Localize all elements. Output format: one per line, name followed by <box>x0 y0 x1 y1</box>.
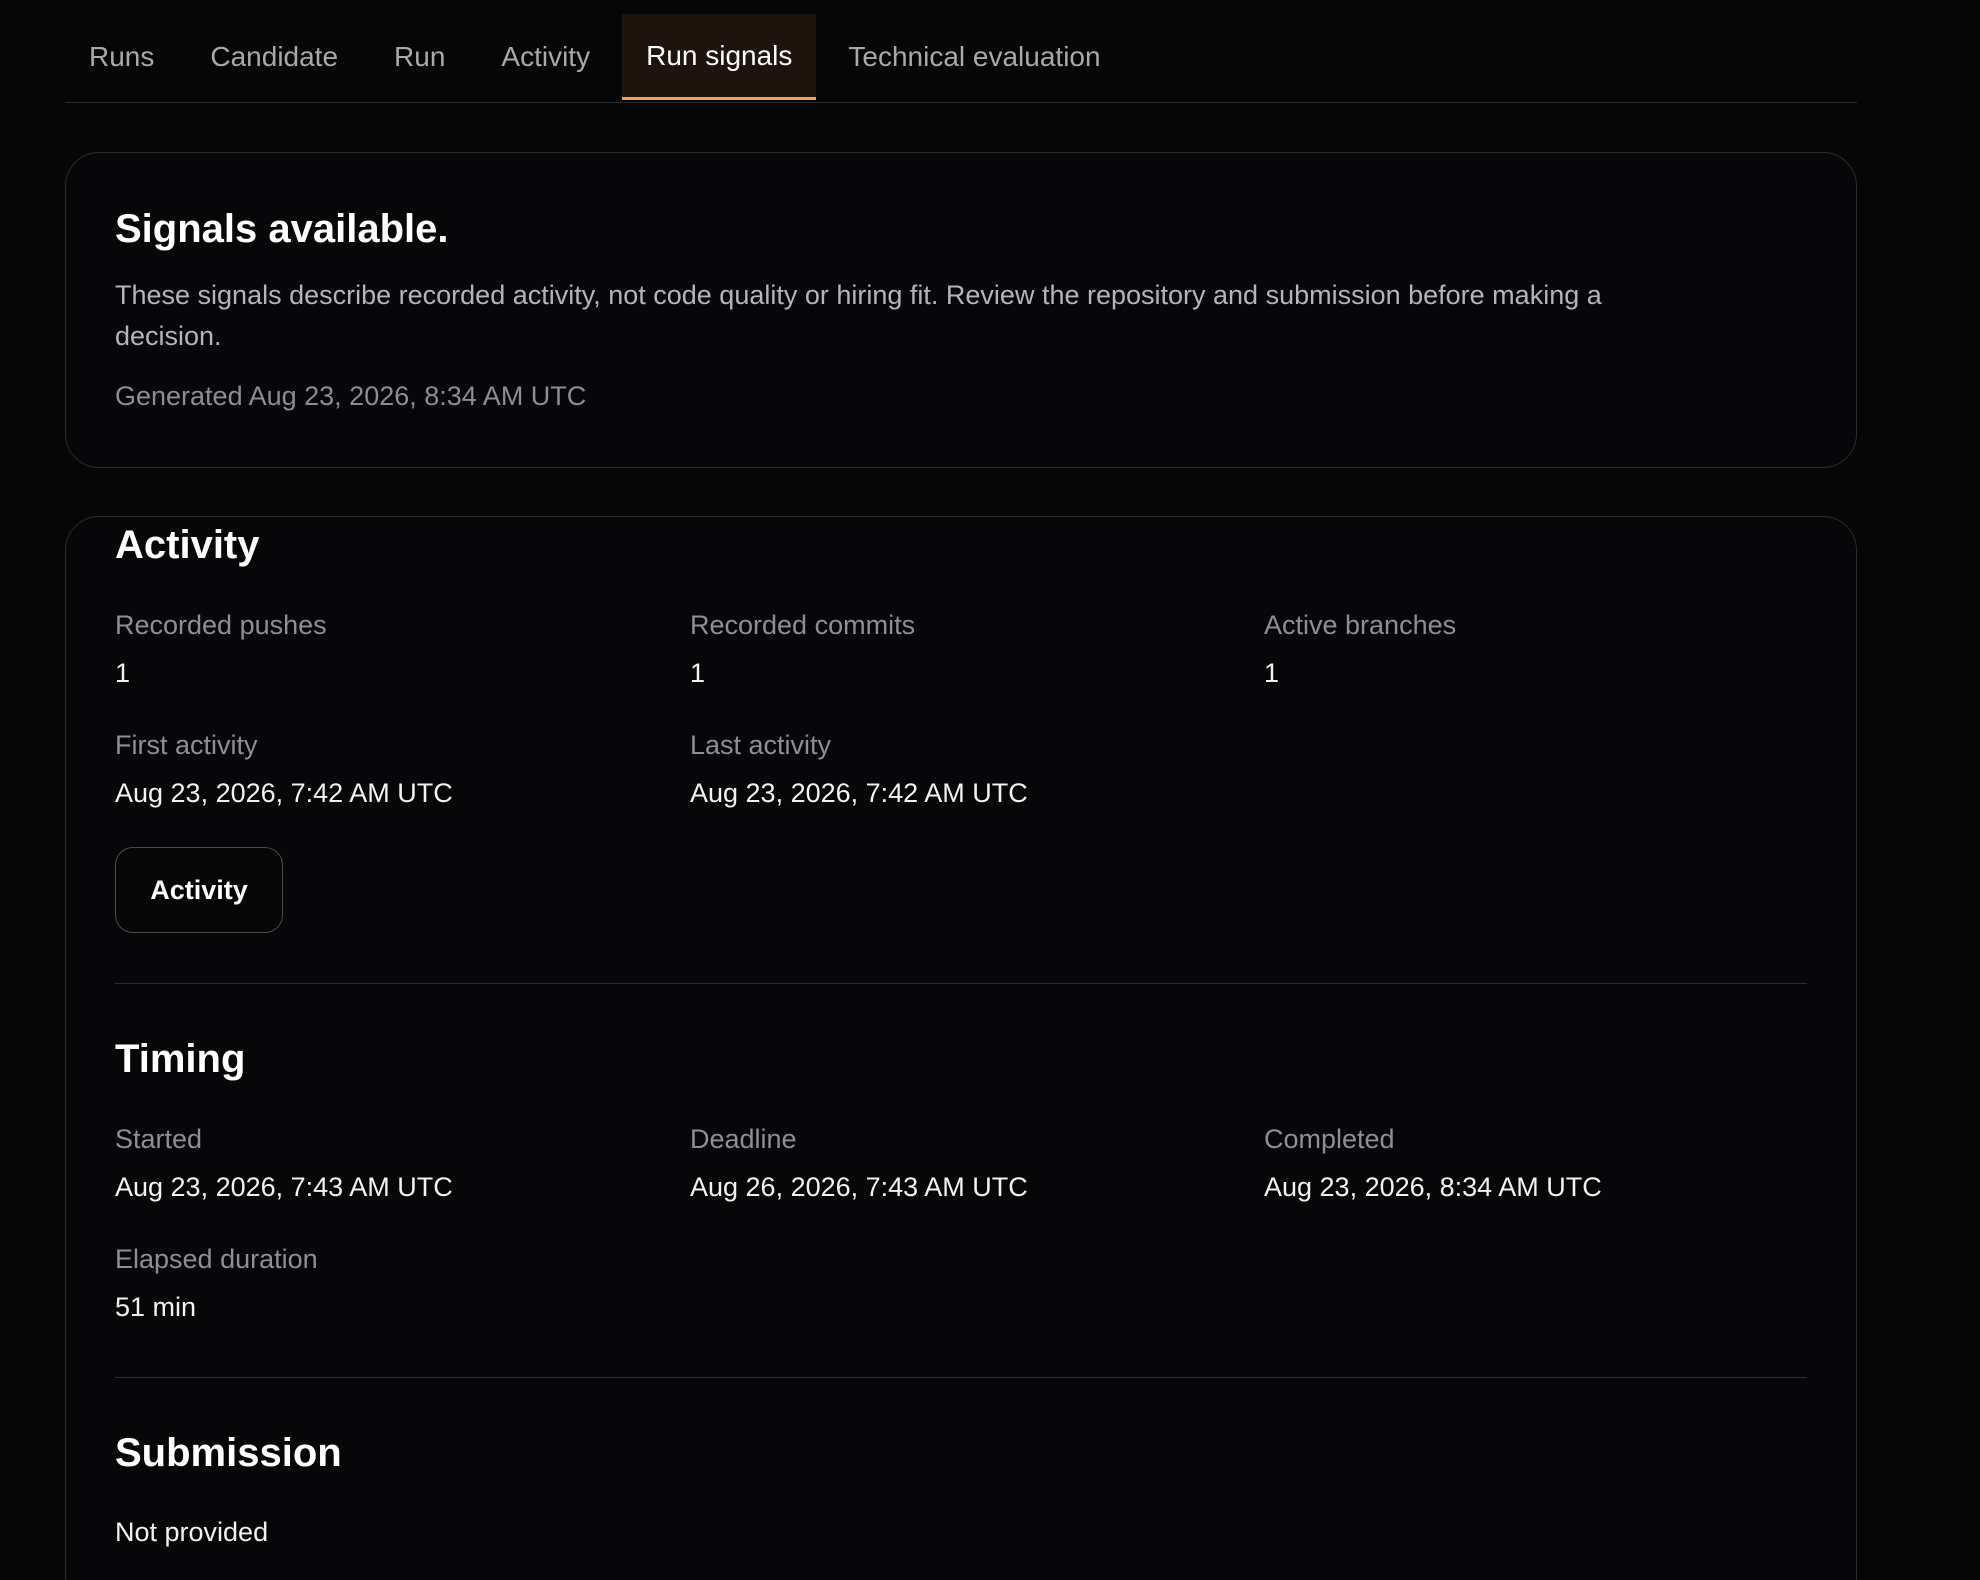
section-divider <box>115 983 1807 984</box>
completed-label: Completed <box>1264 1124 1395 1154</box>
last-activity-field: Last activity Aug 23, 2026, 7:42 AM UTC <box>690 729 1250 809</box>
submission-value: Not provided <box>115 1517 269 1547</box>
elapsed-duration-field: Elapsed duration 51 min <box>115 1243 675 1323</box>
recorded-commits-value: 1 <box>690 658 706 688</box>
recorded-pushes-value: 1 <box>115 658 131 688</box>
first-activity-field: First activity Aug 23, 2026, 7:42 AM UTC <box>115 729 675 809</box>
started-value: Aug 23, 2026, 7:43 AM UTC <box>115 1172 453 1202</box>
recorded-commits-label: Recorded commits <box>690 610 916 640</box>
recorded-commits-field: Recorded commits 1 <box>690 609 1250 689</box>
activity-button[interactable]: Activity <box>115 847 283 933</box>
recorded-pushes-label: Recorded pushes <box>115 610 327 640</box>
completed-value: Aug 23, 2026, 8:34 AM UTC <box>1264 1172 1602 1202</box>
last-activity-label: Last activity <box>690 730 832 760</box>
section-divider <box>115 1377 1807 1378</box>
first-activity-label: First activity <box>115 730 258 760</box>
signals-detail-card: Activity Recorded pushes 1 Recorded comm… <box>65 516 1857 1580</box>
started-field: Started Aug 23, 2026, 7:43 AM UTC <box>115 1123 675 1203</box>
tab-runs[interactable]: Runs <box>65 14 178 100</box>
recorded-pushes-field: Recorded pushes 1 <box>115 609 675 689</box>
timing-section-title: Timing <box>115 1037 246 1081</box>
active-branches-value: 1 <box>1264 658 1280 688</box>
active-branches-label: Active branches <box>1264 610 1457 640</box>
tab-run-signals[interactable]: Run signals <box>622 14 817 100</box>
deadline-value: Aug 26, 2026, 7:43 AM UTC <box>690 1172 1028 1202</box>
summary-title: Signals available. <box>115 207 449 251</box>
signals-summary-card: Signals available. These signals describ… <box>65 152 1857 468</box>
first-activity-value: Aug 23, 2026, 7:42 AM UTC <box>115 778 453 808</box>
last-activity-value: Aug 23, 2026, 7:42 AM UTC <box>690 778 1028 808</box>
tab-activity[interactable]: Activity <box>477 14 614 100</box>
generated-timestamp: Generated Aug 23, 2026, 8:34 AM UTC <box>115 381 587 411</box>
elapsed-duration-value: 51 min <box>115 1292 197 1322</box>
summary-description: These signals describe recorded activity… <box>115 280 1602 351</box>
tab-run[interactable]: Run <box>370 14 469 100</box>
submission-section-title: Submission <box>115 1431 342 1475</box>
completed-field: Completed Aug 23, 2026, 8:34 AM UTC <box>1264 1123 1824 1203</box>
activity-section-title: Activity <box>115 523 260 567</box>
deadline-label: Deadline <box>690 1124 797 1154</box>
active-branches-field: Active branches 1 <box>1264 609 1824 689</box>
deadline-field: Deadline Aug 26, 2026, 7:43 AM UTC <box>690 1123 1250 1203</box>
tab-bar: Runs Candidate Run Activity Run signals … <box>65 14 1857 103</box>
tab-candidate[interactable]: Candidate <box>186 14 362 100</box>
tab-technical-evaluation[interactable]: Technical evaluation <box>824 14 1124 100</box>
started-label: Started <box>115 1124 203 1154</box>
elapsed-duration-label: Elapsed duration <box>115 1244 318 1274</box>
page: Runs Candidate Run Activity Run signals … <box>0 0 1980 1580</box>
